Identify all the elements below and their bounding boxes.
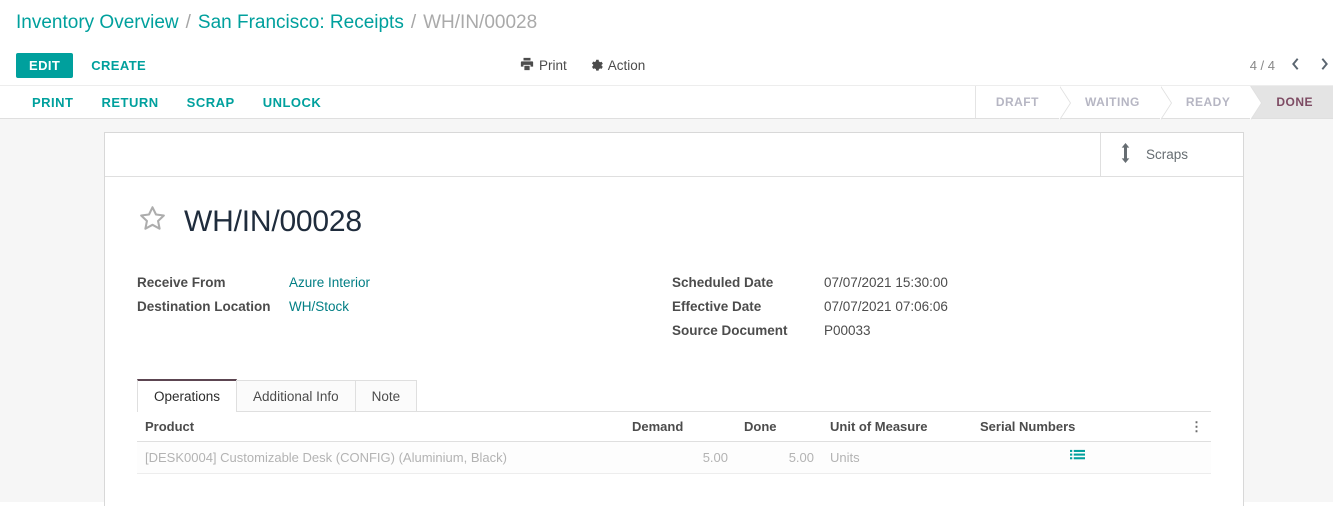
notebook: Operations Additional Info Note Product … — [137, 379, 1211, 474]
cell-done: 5.00 — [736, 441, 822, 474]
control-panel: EDIT CREATE Print Action 4 / 4 — [0, 45, 1333, 85]
scraps-label: Scraps — [1146, 147, 1189, 162]
field-label-scheduled-date: Scheduled Date — [672, 275, 774, 290]
field-value-source-document: P00033 — [824, 323, 871, 338]
breadcrumb-item-san-francisco-receipts[interactable]: San Francisco: Receipts — [198, 12, 404, 34]
odoo-form-view: Inventory Overview / San Francisco: Rece… — [0, 0, 1333, 506]
breadcrumb-separator: / — [185, 11, 191, 33]
column-header-demand: Demand — [624, 412, 736, 442]
column-header-unit-of-measure: Unit of Measure — [822, 412, 972, 442]
status-stage-ready[interactable]: READY — [1159, 86, 1262, 120]
create-button[interactable]: CREATE — [81, 52, 156, 79]
tab-operations[interactable]: Operations — [137, 379, 238, 412]
vertical-ellipsis-icon: ⋮ — [1190, 419, 1203, 434]
notebook-tabs: Operations Additional Info Note — [137, 379, 1211, 412]
field-label-source-document: Source Document — [672, 323, 788, 338]
table-header-row: Product Demand Done Unit of Measure Seri… — [137, 412, 1211, 442]
print-button[interactable]: PRINT — [18, 89, 88, 116]
print-label: Print — [539, 57, 567, 73]
star-outline-icon[interactable] — [137, 203, 168, 240]
scrap-button[interactable]: SCRAP — [173, 89, 249, 116]
form-group-left: Receive From Azure Interior Destination … — [137, 274, 672, 339]
tab-additional-info[interactable]: Additional Info — [236, 380, 356, 411]
form-sheet: Scraps WH/IN/00028 Receive From Azure In… — [104, 132, 1244, 506]
sheet-body: WH/IN/00028 Receive From Azure Interior … — [105, 177, 1243, 474]
cell-row-options — [1182, 441, 1211, 474]
column-header-product: Product — [137, 412, 624, 442]
action-label: Action — [607, 57, 646, 73]
cell-unit-of-measure: Units — [822, 441, 972, 474]
field-value-scheduled-date: 07/07/2021 15:30:00 — [824, 275, 948, 290]
statusbar-buttons: PRINT RETURN SCRAP UNLOCK — [0, 86, 975, 118]
field-value-effective-date: 07/07/2021 07:06:06 — [824, 299, 948, 314]
page-title: WH/IN/00028 — [184, 204, 362, 238]
scraps-smart-button[interactable]: Scraps — [1100, 133, 1243, 176]
return-button[interactable]: RETURN — [88, 89, 173, 116]
pager-next-button[interactable] — [1316, 57, 1333, 74]
gear-icon — [589, 57, 603, 74]
operations-table: Product Demand Done Unit of Measure Seri… — [137, 412, 1211, 474]
title-row: WH/IN/00028 — [137, 203, 1211, 240]
arrows-vertical-icon — [1119, 143, 1132, 166]
field-value-receive-from[interactable]: Azure Interior — [289, 274, 672, 291]
field-value-destination-location[interactable]: WH/Stock — [289, 298, 672, 315]
breadcrumb-item-inventory-overview[interactable]: Inventory Overview — [16, 12, 179, 34]
status-stage-waiting[interactable]: WAITING — [1058, 86, 1172, 120]
form-group-right: Scheduled Date 07/07/2021 15:30:00 Effec… — [672, 274, 1211, 339]
form-statusbar: PRINT RETURN SCRAP UNLOCK DRAFT WAITING … — [0, 85, 1333, 120]
pager-value: 4 / 4 — [1249, 57, 1275, 73]
control-panel-actions: Print Action — [520, 45, 645, 85]
status-stages: DRAFT WAITING READY DONE — [974, 86, 1333, 120]
tab-note[interactable]: Note — [354, 380, 418, 411]
unlock-button[interactable]: UNLOCK — [249, 89, 336, 116]
column-header-done: Done — [736, 412, 822, 442]
pager: 4 / 4 — [1250, 45, 1333, 85]
field-label-receive-from: Receive From — [137, 275, 226, 290]
field-label-destination-location: Destination Location — [137, 299, 271, 314]
button-box: Scraps — [105, 133, 1243, 177]
breadcrumb-item-current: WH/IN/00028 — [423, 11, 538, 33]
printer-icon — [520, 57, 534, 74]
table-row[interactable]: [DESK0004] Customizable Desk (CONFIG) (A… — [137, 441, 1211, 474]
pager-previous-button[interactable] — [1287, 57, 1304, 74]
status-stage-draft[interactable]: DRAFT — [975, 86, 1072, 120]
list-detail-icon[interactable] — [1069, 449, 1085, 466]
breadcrumb-separator: / — [410, 11, 417, 33]
optional-columns-dropdown[interactable]: ⋮ — [1182, 412, 1211, 442]
edit-button[interactable]: EDIT — [16, 52, 74, 78]
print-menu[interactable]: Print — [520, 57, 567, 74]
cell-serial-numbers — [972, 441, 1182, 474]
form-fields: Receive From Azure Interior Destination … — [137, 274, 1211, 339]
column-header-serial-numbers: Serial Numbers — [972, 412, 1182, 442]
sheet-background: Scraps WH/IN/00028 Receive From Azure In… — [0, 119, 1333, 506]
status-stage-done[interactable]: DONE — [1250, 86, 1333, 120]
cell-demand: 5.00 — [624, 441, 736, 474]
breadcrumb: Inventory Overview / San Francisco: Rece… — [0, 0, 1333, 45]
cell-product: [DESK0004] Customizable Desk (CONFIG) (A… — [137, 441, 624, 474]
action-menu[interactable]: Action — [589, 57, 646, 74]
field-label-effective-date: Effective Date — [672, 299, 762, 314]
